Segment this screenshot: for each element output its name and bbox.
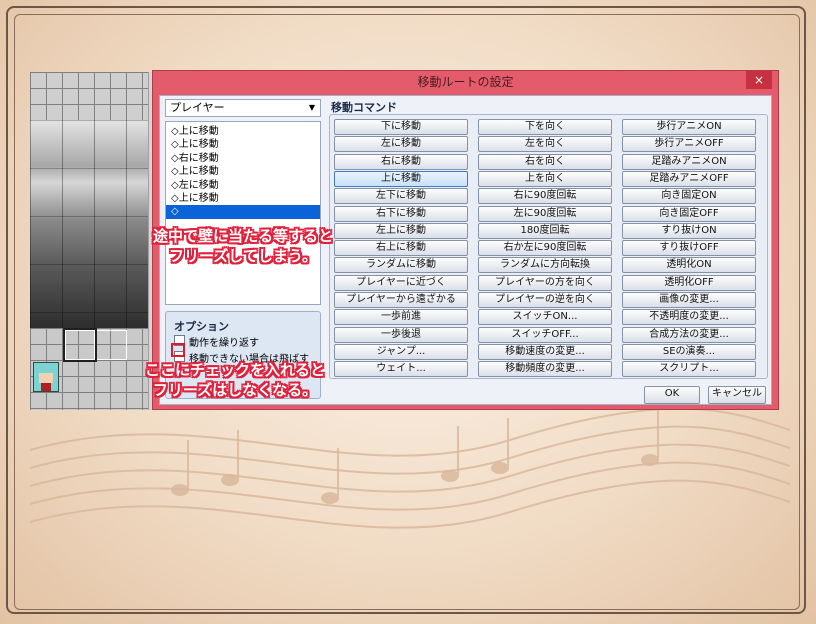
command-button[interactable]: プレイヤーの逆を向く <box>478 292 612 308</box>
command-button[interactable]: 180度回転 <box>478 222 612 239</box>
command-button[interactable]: ランダムに方向転換 <box>478 257 612 274</box>
player-character-sprite[interactable] <box>33 362 59 392</box>
target-select-value: プレイヤー <box>170 101 225 114</box>
cancel-button[interactable]: キャンセル <box>708 386 766 404</box>
command-button[interactable]: 透明化ON <box>622 257 756 274</box>
command-button[interactable]: スクリプト... <box>622 361 756 378</box>
command-button[interactable]: 右に90度回転 <box>478 188 612 205</box>
close-icon[interactable]: × <box>746 71 772 89</box>
list-item[interactable]: ◇上に移動 <box>166 125 320 138</box>
command-button[interactable]: プレイヤーに近づく <box>334 274 468 291</box>
repeat-checkbox-label: 動作を繰り返す <box>189 338 259 349</box>
command-button[interactable]: 画像の変更... <box>622 292 756 308</box>
command-button[interactable]: 歩行アニメOFF <box>622 136 756 153</box>
commands-group: 下に移動 左に移動 右に移動 上に移動 左下に移動 右下に移動 左上に移動 右上に移動 ランダム… <box>329 114 768 379</box>
annotation-bottom: ここにチェックを入れると フリーズはしなくなる。 <box>110 360 360 400</box>
command-button[interactable]: スイッチOFF... <box>478 326 612 343</box>
skip-checkbox-highlight <box>171 343 185 357</box>
map-wall-tiles <box>30 120 152 328</box>
command-button[interactable]: 歩行アニメON <box>622 119 756 135</box>
command-button[interactable]: 不透明度の変更... <box>622 309 756 326</box>
command-button[interactable]: すり抜けON <box>622 222 756 239</box>
map-cursor <box>63 328 97 362</box>
command-button[interactable]: プレイヤーの方を向く <box>478 274 612 291</box>
command-button[interactable]: 右に移動 <box>334 153 468 170</box>
command-button[interactable]: 足踏みアニメOFF <box>622 170 756 187</box>
command-button[interactable]: 右下に移動 <box>334 205 468 222</box>
dialog-title: 移動ルートの設定 <box>417 75 514 89</box>
command-button[interactable]: 右を向く <box>478 153 612 170</box>
list-item[interactable]: ◇右に移動 <box>166 152 320 165</box>
command-button[interactable]: 上に移動 <box>334 170 468 187</box>
command-button[interactable]: プレイヤーから遠ざかる <box>334 292 468 308</box>
command-button[interactable]: 透明化OFF <box>622 274 756 291</box>
target-select[interactable]: プレイヤー ▼ <box>165 99 321 117</box>
command-button[interactable]: スイッチON... <box>478 309 612 326</box>
list-item[interactable]: ◇上に移動 <box>166 165 320 178</box>
command-button[interactable]: 下に移動 <box>334 119 468 135</box>
list-item[interactable]: ◇上に移動 <box>166 192 320 205</box>
command-button[interactable]: 向き固定ON <box>622 188 756 205</box>
command-button[interactable]: すり抜けOFF <box>622 240 756 257</box>
ok-button[interactable]: OK <box>644 386 700 404</box>
command-button[interactable]: 移動頻度の変更... <box>478 361 612 378</box>
annotation-bottom-line2: フリーズはしなくなる。 <box>152 381 318 399</box>
command-button[interactable]: ジャンプ... <box>334 343 468 360</box>
options-title: オプション <box>174 320 229 333</box>
command-button[interactable]: 右か左に90度回転 <box>478 240 612 257</box>
command-button[interactable]: 足踏みアニメON <box>622 153 756 170</box>
route-command-list[interactable]: ◇上に移動 ◇上に移動 ◇右に移動 ◇上に移動 ◇左に移動 ◇上に移動 ◇ <box>165 121 321 305</box>
map-floor-tiles-top <box>30 72 152 120</box>
command-button[interactable]: 移動速度の変更... <box>478 343 612 360</box>
command-button[interactable]: 下を向く <box>478 119 612 135</box>
command-button[interactable]: 左下に移動 <box>334 188 468 205</box>
annotation-bottom-line1: ここにチェックを入れると <box>144 361 325 379</box>
command-button[interactable]: 左に移動 <box>334 136 468 153</box>
list-item-selected[interactable]: ◇ <box>166 205 320 219</box>
command-button[interactable]: 上を向く <box>478 170 612 187</box>
command-button[interactable]: 一歩後退 <box>334 326 468 343</box>
command-button[interactable]: 一歩前進 <box>334 309 468 326</box>
chevron-down-icon: ▼ <box>308 103 315 112</box>
command-button[interactable]: 合成方法の変更... <box>622 326 756 343</box>
command-button[interactable]: 左に90度回転 <box>478 205 612 222</box>
annotation-top-line2: フリーズしてしまう。 <box>169 247 317 265</box>
music-staff-decoration <box>30 407 790 529</box>
list-item[interactable]: ◇左に移動 <box>166 179 320 192</box>
list-item[interactable]: ◇上に移動 <box>166 138 320 151</box>
command-button[interactable]: SEの演奏... <box>622 343 756 360</box>
command-button[interactable]: 左を向く <box>478 136 612 153</box>
commands-title: 移動コマンド <box>331 101 397 114</box>
annotation-top-line1: 途中で壁に当たる等すると <box>152 227 333 245</box>
annotation-top: 途中で壁に当たる等すると フリーズしてしまう。 <box>128 226 358 266</box>
command-button[interactable]: 向き固定OFF <box>622 205 756 222</box>
